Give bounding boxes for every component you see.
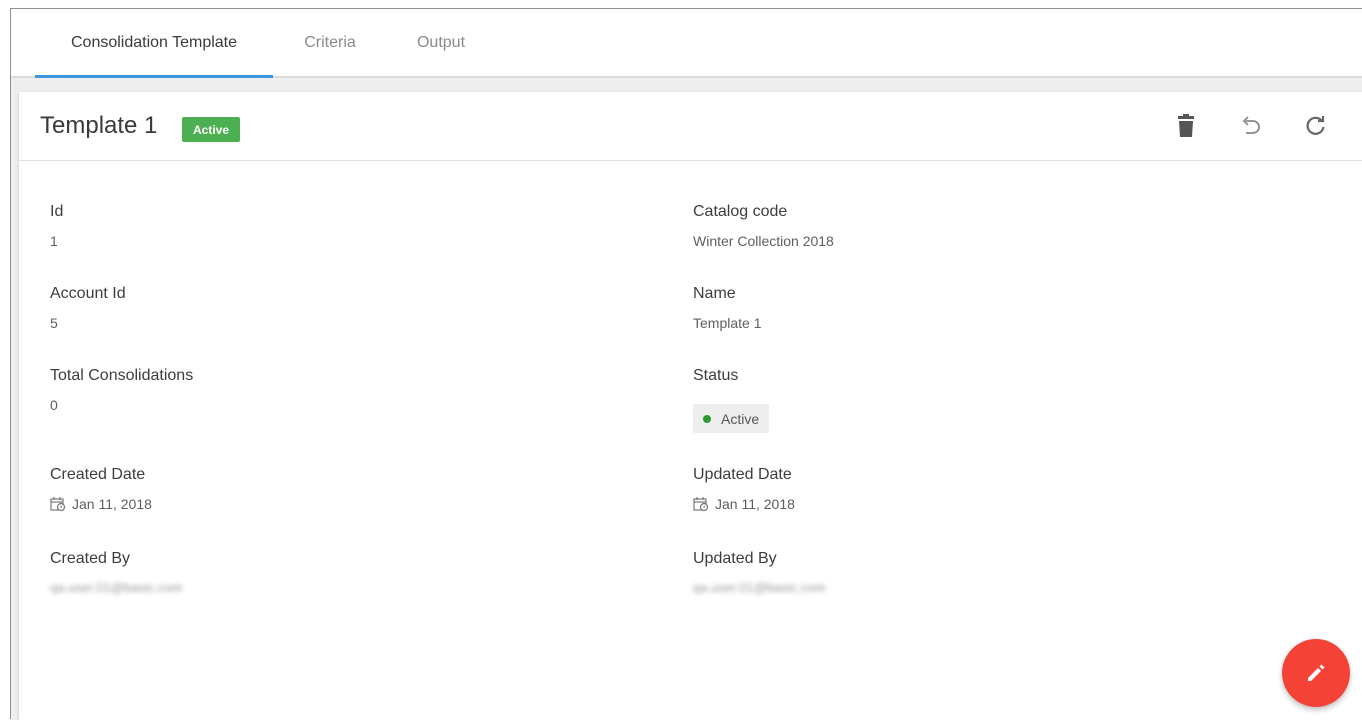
created-by-label: Created By bbox=[50, 550, 131, 567]
name-label: Name bbox=[693, 285, 736, 302]
edit-icon bbox=[1308, 664, 1325, 681]
updated-date-text: Jan 11, 2018 bbox=[715, 496, 795, 512]
undo-icon[interactable] bbox=[1237, 112, 1265, 140]
id-value: 1 bbox=[50, 233, 58, 249]
created-by-value: qa.user.01@basic.com bbox=[50, 580, 183, 595]
card-header: Template 1 Active bbox=[19, 92, 1362, 161]
tab-label: Criteria bbox=[304, 33, 356, 51]
status-value: Active bbox=[721, 410, 760, 427]
calendar-clock-icon bbox=[50, 497, 66, 512]
total-consolidations-label: Total Consolidations bbox=[50, 367, 194, 384]
updated-by-value: qa.user.01@basic.com bbox=[693, 580, 826, 595]
name-value: Template 1 bbox=[693, 315, 762, 331]
updated-date-value: Jan 11, 2018 bbox=[693, 496, 795, 512]
created-date-label: Created Date bbox=[50, 466, 146, 483]
page-title: Template 1 bbox=[40, 112, 158, 139]
edit-button[interactable] bbox=[1282, 639, 1350, 707]
updated-date-label: Updated Date bbox=[693, 466, 792, 483]
catalog-code-label: Catalog code bbox=[693, 203, 788, 220]
tab-consolidation-template[interactable]: Consolidation Template bbox=[35, 9, 273, 78]
status-pill: Active bbox=[693, 404, 770, 433]
catalog-code-value: Winter Collection 2018 bbox=[693, 233, 834, 249]
tab-label: Output bbox=[416, 33, 466, 51]
created-date-value: Jan 11, 2018 bbox=[50, 496, 152, 512]
template-details-card: Template 1 Active Id 1 Account Id 5 Tota… bbox=[19, 92, 1362, 720]
account-id-label: Account Id bbox=[50, 285, 126, 302]
refresh-icon[interactable] bbox=[1302, 112, 1330, 140]
status-dot-icon bbox=[703, 414, 711, 423]
created-date-text: Jan 11, 2018 bbox=[72, 496, 152, 512]
app-frame: Consolidation Template Criteria Output T… bbox=[10, 8, 1362, 720]
updated-by-label: Updated By bbox=[693, 550, 777, 567]
tab-label: Consolidation Template bbox=[70, 33, 238, 51]
tab-bar: Consolidation Template Criteria Output bbox=[11, 9, 1362, 78]
status-badge: Active bbox=[182, 117, 241, 142]
id-label: Id bbox=[50, 203, 64, 220]
status-label: Status bbox=[693, 367, 739, 384]
delete-icon[interactable] bbox=[1172, 112, 1200, 140]
tab-output[interactable]: Output bbox=[397, 9, 485, 76]
tab-criteria[interactable]: Criteria bbox=[283, 9, 377, 76]
total-consolidations-value: 0 bbox=[50, 397, 58, 413]
account-id-value: 5 bbox=[50, 315, 58, 331]
calendar-clock-icon bbox=[693, 497, 709, 512]
